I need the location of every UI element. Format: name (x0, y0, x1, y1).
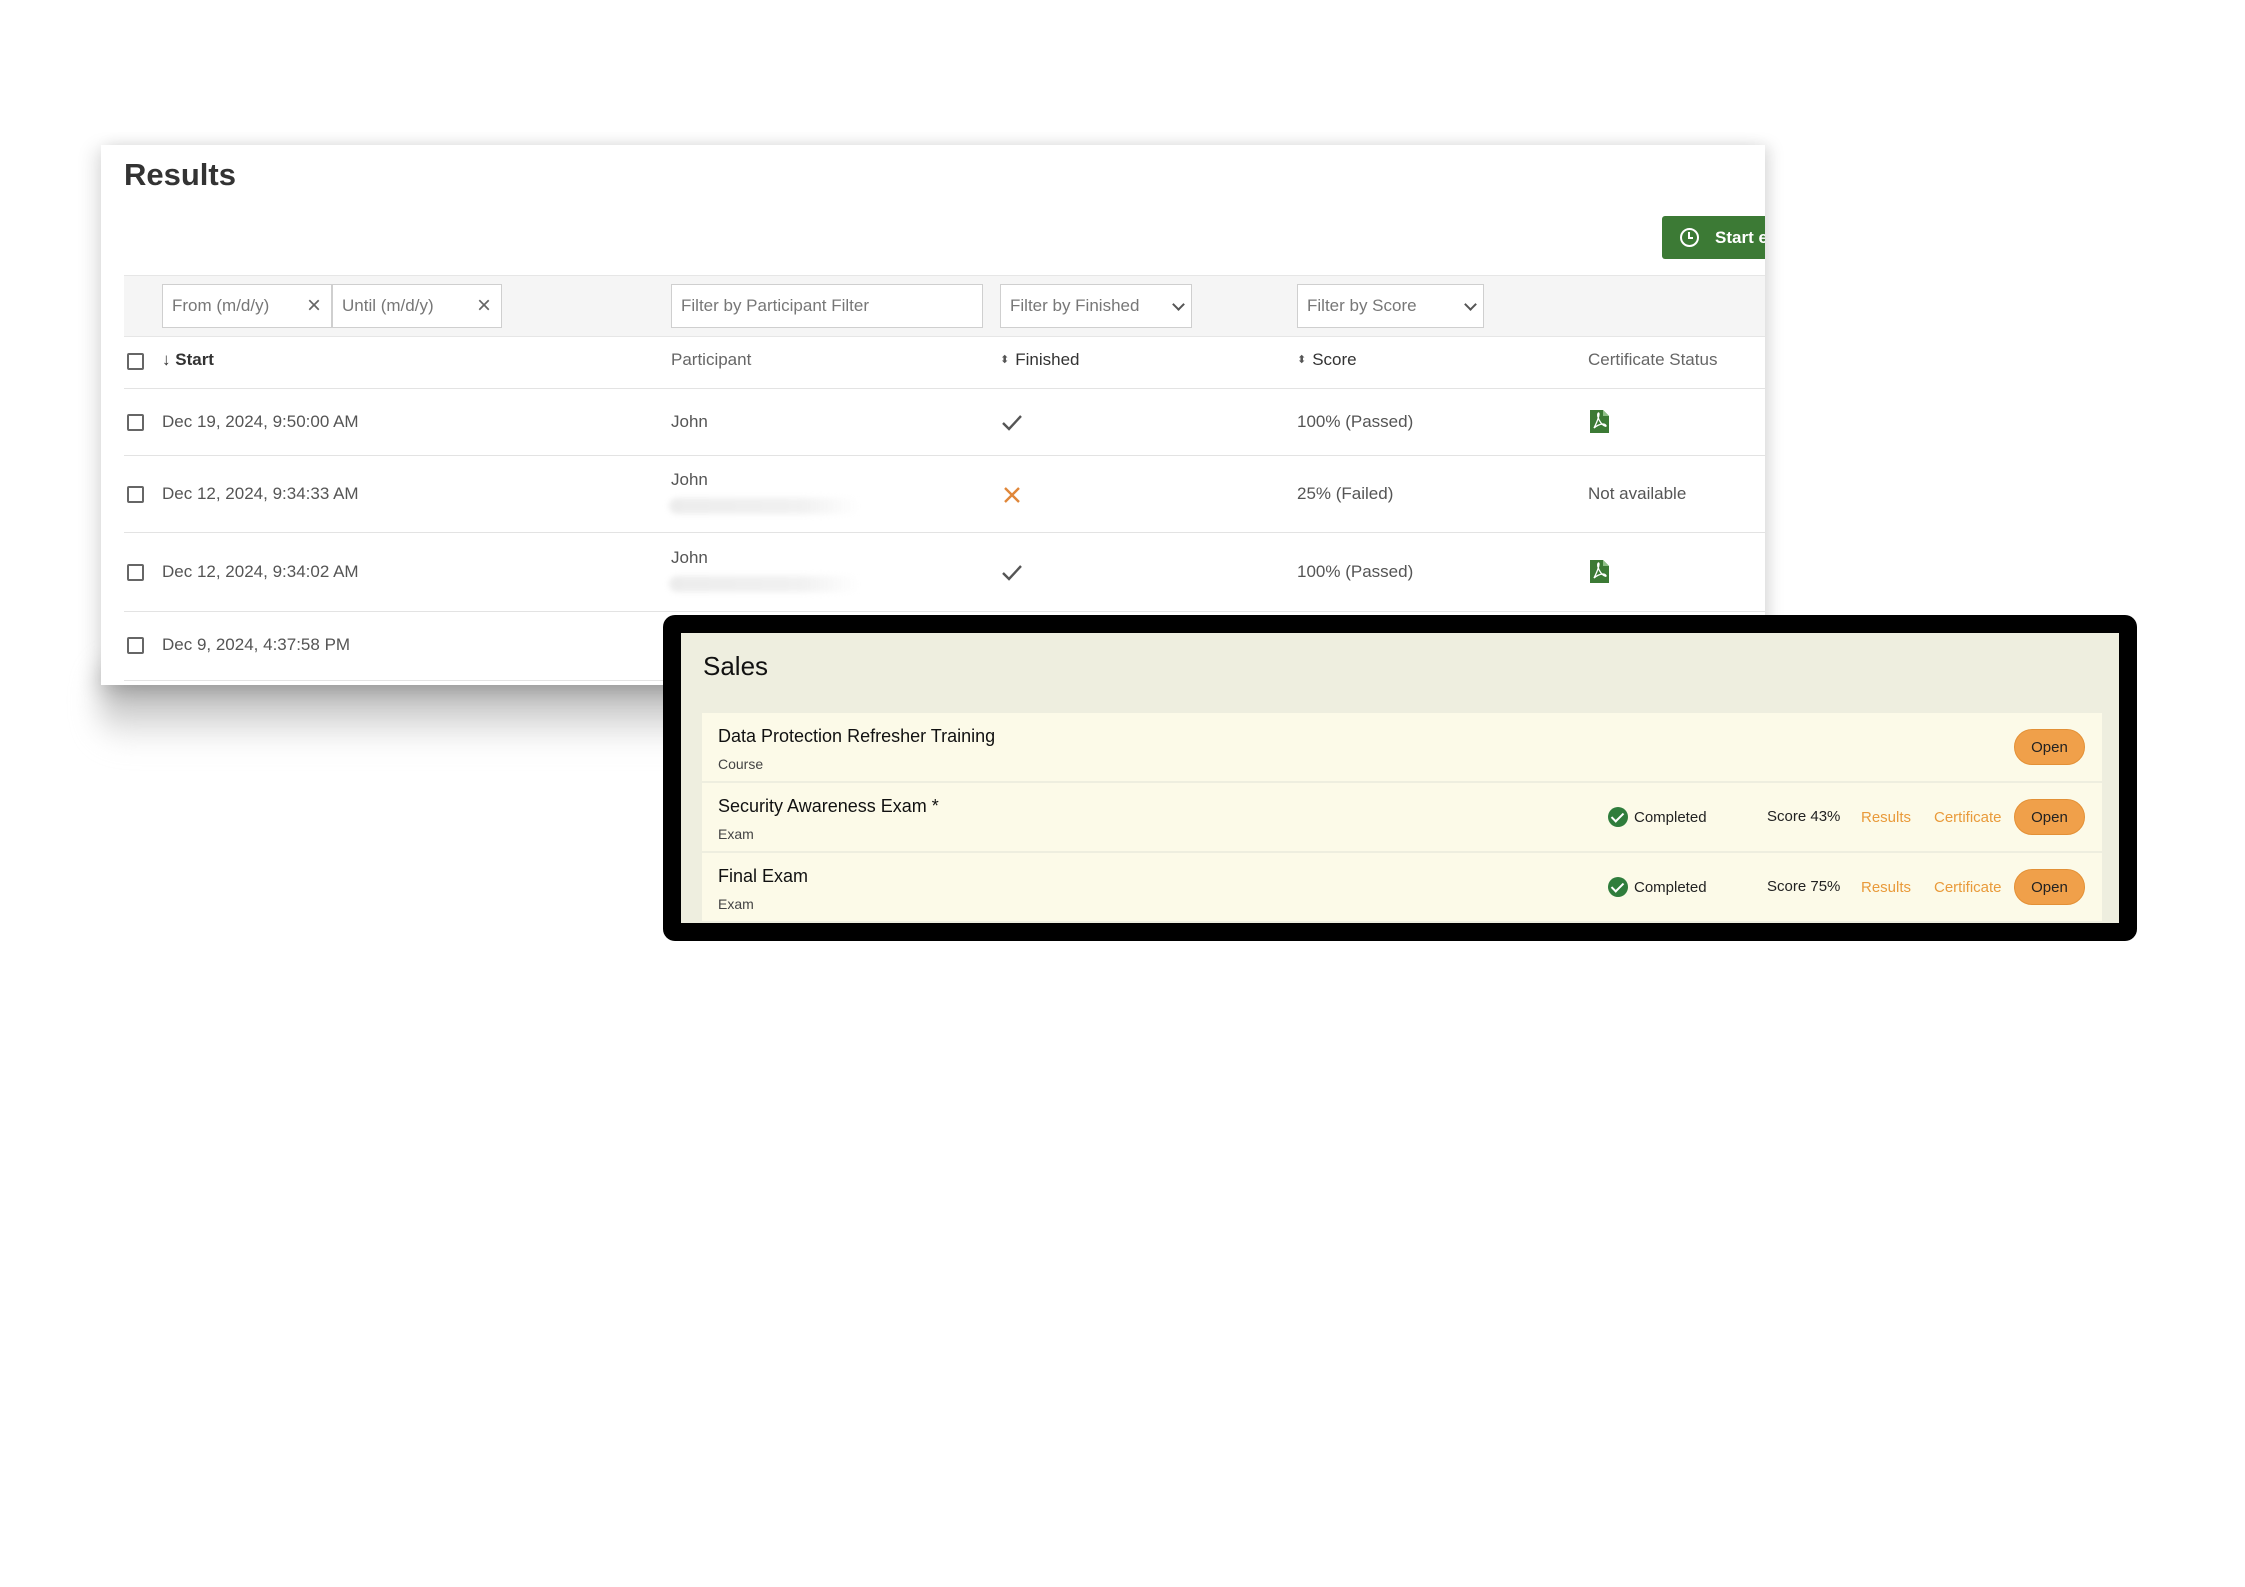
table-header: ↓ Start Participant ⬍ Finished ⬍ Score Cer… (124, 335, 1765, 389)
list-item: Data Protection Refresher Training Cours… (702, 713, 2102, 781)
item-type: Course (718, 756, 764, 772)
sort-desc-icon: ↓ (162, 350, 171, 369)
clock-icon (1680, 228, 1699, 247)
row-checkbox[interactable] (127, 564, 144, 581)
pdf-icon[interactable] (1589, 409, 1610, 434)
open-button[interactable]: Open (2014, 799, 2085, 835)
row-participant: John (671, 470, 708, 489)
row-start: Dec 9, 2024, 4:37:58 PM (162, 635, 351, 654)
item-type: Exam (718, 896, 754, 912)
select-all-checkbox[interactable] (127, 353, 144, 370)
sales-title: Sales (703, 651, 769, 681)
row-start: Dec 12, 2024, 9:34:33 AM (162, 484, 359, 503)
completed-status: Completed (1608, 877, 1707, 897)
from-date-input[interactable]: From (m/d/y) × (162, 284, 332, 328)
check-icon (1001, 414, 1023, 432)
page-title: Results (124, 157, 236, 192)
list-item: Final Exam Exam Completed Score 75% Resu… (702, 853, 2102, 921)
score-filter-value: Filter by Score (1307, 296, 1417, 315)
column-score[interactable]: ⬍ Score (1297, 350, 1357, 370)
column-certificate: Certificate Status (1588, 350, 1718, 369)
open-button[interactable]: Open (2014, 869, 2085, 905)
blurred-email (669, 576, 859, 592)
score-filter-select[interactable]: Filter by Score (1297, 284, 1484, 328)
sales-card: Sales Data Protection Refresher Training… (681, 633, 2119, 923)
item-score: Score 75% (1767, 878, 1841, 895)
row-score: 25% (Failed) (1297, 484, 1394, 503)
item-score: Score 43% (1767, 808, 1841, 825)
sort-icon: ⬍ (1297, 354, 1307, 366)
chevron-down-icon (1464, 298, 1477, 311)
column-start[interactable]: ↓ Start (162, 350, 214, 370)
item-type: Exam (718, 826, 754, 842)
filter-bar: From (m/d/y) × Until (m/d/y) × Filter by… (124, 275, 1765, 337)
certificate-link[interactable]: Certificate (1934, 879, 2002, 896)
row-start: Dec 12, 2024, 9:34:02 AM (162, 562, 359, 581)
pdf-icon[interactable] (1589, 559, 1610, 584)
start-button[interactable]: Start e (1662, 216, 1765, 259)
check-circle-icon (1608, 877, 1628, 897)
check-circle-icon (1608, 807, 1628, 827)
row-participant: John (671, 548, 708, 567)
finished-filter-value: Filter by Finished (1010, 296, 1140, 315)
item-name: Security Awareness Exam * (718, 796, 939, 816)
column-finished[interactable]: ⬍ Finished (1000, 350, 1079, 370)
until-date-input[interactable]: Until (m/d/y) × (332, 284, 502, 328)
until-date-placeholder: Until (m/d/y) (342, 296, 434, 315)
table-row[interactable]: Dec 12, 2024, 9:34:02 AM John 100% (Pass… (124, 533, 1765, 612)
chevron-down-icon (1172, 298, 1185, 311)
row-checkbox[interactable] (127, 414, 144, 431)
row-checkbox[interactable] (127, 486, 144, 503)
clear-from-icon[interactable]: × (307, 293, 321, 319)
participant-filter-placeholder: Filter by Participant Filter (681, 296, 869, 315)
row-score: 100% (Passed) (1297, 412, 1414, 431)
check-icon (1001, 564, 1023, 582)
row-certificate-status: Not available (1588, 484, 1687, 503)
row-start: Dec 19, 2024, 9:50:00 AM (162, 412, 359, 431)
sales-card-frame: Sales Data Protection Refresher Training… (663, 615, 2137, 941)
results-link[interactable]: Results (1861, 809, 1911, 826)
clear-until-icon[interactable]: × (477, 293, 491, 319)
status-label: Completed (1634, 878, 1707, 896)
from-date-placeholder: From (m/d/y) (172, 296, 270, 315)
row-score: 100% (Passed) (1297, 562, 1414, 581)
participant-filter-input[interactable]: Filter by Participant Filter (671, 284, 983, 328)
sort-icon: ⬍ (1000, 354, 1010, 366)
finished-filter-select[interactable]: Filter by Finished (1000, 284, 1192, 328)
row-checkbox[interactable] (127, 637, 144, 654)
item-name: Final Exam (718, 866, 809, 886)
results-link[interactable]: Results (1861, 879, 1911, 896)
item-name: Data Protection Refresher Training (718, 726, 996, 746)
column-score-label: Score (1312, 350, 1357, 369)
certificate-link[interactable]: Certificate (1934, 809, 2002, 826)
column-start-label: Start (175, 350, 214, 369)
blurred-email (669, 498, 859, 514)
table-row[interactable]: Dec 19, 2024, 9:50:00 AM John 100% (Pass… (124, 389, 1765, 456)
start-button-label: Start e (1715, 227, 1765, 247)
status-label: Completed (1634, 808, 1707, 826)
list-item: Security Awareness Exam * Exam Completed… (702, 783, 2102, 851)
completed-status: Completed (1608, 807, 1707, 827)
table-row[interactable]: Dec 12, 2024, 9:34:33 AM John 25% (Faile… (124, 456, 1765, 533)
row-participant: John (671, 412, 708, 431)
column-finished-label: Finished (1015, 350, 1080, 369)
column-participant: Participant (671, 350, 752, 369)
cross-icon (1003, 486, 1021, 504)
open-button[interactable]: Open (2014, 729, 2085, 765)
results-panel: Results Start e From (m/d/y) × Until (m/… (101, 145, 1765, 685)
